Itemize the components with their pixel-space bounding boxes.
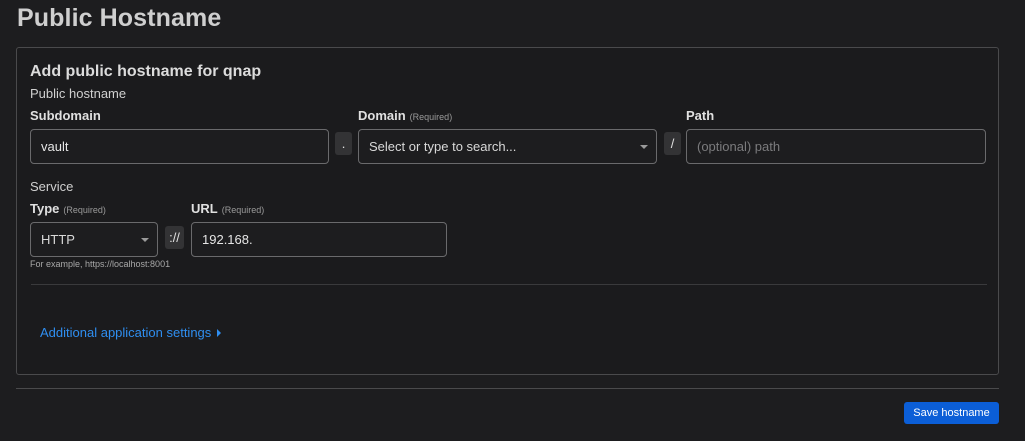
chevron-down-icon	[640, 145, 648, 149]
caret-right-icon	[217, 328, 222, 337]
chevron-down-icon	[141, 238, 149, 242]
domain-separator: .	[335, 132, 352, 155]
card-title: Add public hostname for qnap	[30, 63, 262, 80]
url-value: 192.168.	[202, 232, 253, 247]
domain-placeholder: Select or type to search...	[369, 139, 517, 154]
public-hostname-label: Public hostname	[30, 86, 127, 101]
divider	[31, 284, 987, 285]
type-select[interactable]: HTTP	[30, 222, 158, 257]
add-hostname-card: Add public hostname for qnap Public host…	[16, 47, 999, 375]
type-required: (Required)	[63, 205, 106, 215]
url-label: URL (Required)	[191, 201, 265, 216]
subdomain-label: Subdomain	[30, 108, 101, 123]
url-hint: For example, https://localhost:8001	[30, 259, 171, 269]
path-input[interactable]: (optional) path	[686, 129, 986, 164]
subdomain-input[interactable]: vault	[30, 129, 329, 164]
page-title: Public Hostname	[17, 4, 222, 32]
footer-divider	[16, 388, 999, 389]
service-label: Service	[30, 179, 74, 194]
additional-settings-label: Additional application settings	[40, 325, 212, 340]
url-input[interactable]: 192.168.	[191, 222, 447, 257]
path-separator: /	[664, 132, 681, 155]
type-label: Type (Required)	[30, 201, 106, 216]
subdomain-value: vault	[41, 139, 69, 154]
path-placeholder: (optional) path	[697, 139, 781, 154]
domain-required: (Required)	[409, 112, 453, 122]
path-label: Path	[686, 108, 715, 123]
url-required: (Required)	[221, 205, 265, 215]
scheme-separator: ://	[165, 226, 184, 249]
save-hostname-button[interactable]: Save hostname	[904, 402, 999, 424]
domain-label: Domain (Required)	[358, 108, 453, 123]
domain-select[interactable]: Select or type to search...	[358, 129, 657, 164]
type-value: HTTP	[41, 232, 75, 247]
additional-settings-link[interactable]: Additional application settings	[40, 325, 222, 340]
